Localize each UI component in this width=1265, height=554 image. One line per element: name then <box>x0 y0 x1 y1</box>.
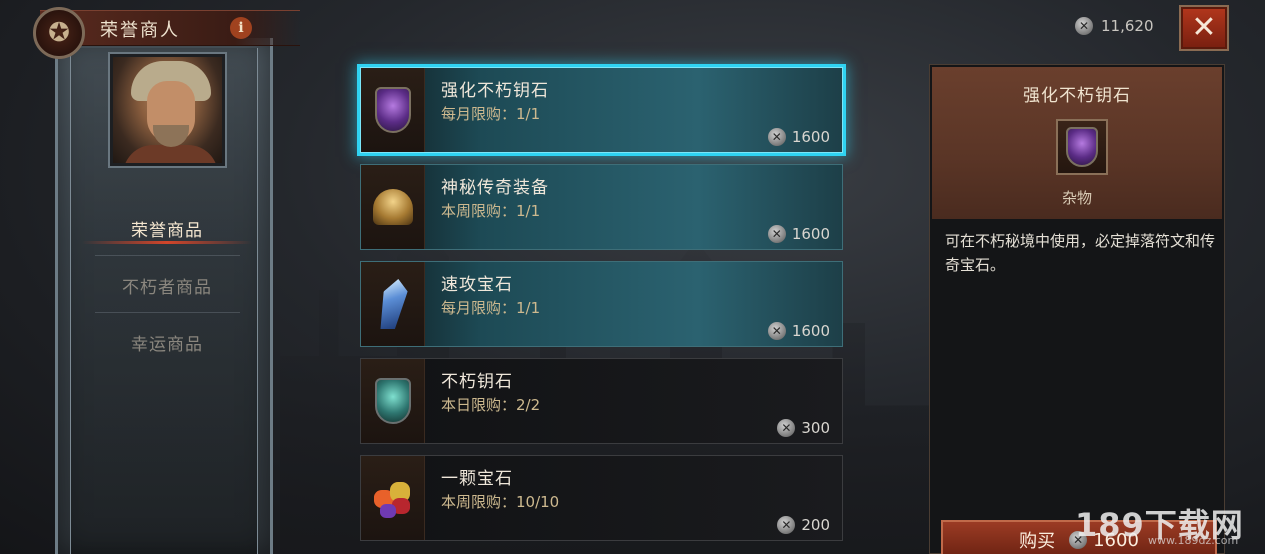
item-price: ✕ 1600 <box>767 128 830 146</box>
item-name: 强化不朽钥石 <box>441 81 549 101</box>
item-price-value: 1600 <box>791 322 830 340</box>
item-name: 一颗宝石 <box>441 469 513 489</box>
item-price: ✕ 200 <box>777 516 830 534</box>
purple-keystone-icon <box>374 87 411 133</box>
item-icon-frame <box>361 456 425 540</box>
nav-divider <box>95 255 240 256</box>
buy-label: 购买 <box>1019 531 1056 552</box>
tab-immortal-goods[interactable]: 不朽者商品 <box>92 265 242 305</box>
shop-item-enhanced-keystone[interactable]: 强化不朽钥石 每月限购：1/1 ✕ 1600 <box>360 67 843 153</box>
item-icon-frame <box>361 262 425 346</box>
detail-header: 强化不朽钥石 杂物 <box>932 67 1222 219</box>
coin-icon: ✕ <box>1075 17 1093 35</box>
item-price-value: 300 <box>801 419 830 437</box>
item-name: 不朽钥石 <box>441 372 513 392</box>
page-title: 荣誉商人 <box>100 20 180 41</box>
info-icon[interactable]: i <box>230 17 252 39</box>
item-icon-frame <box>361 359 425 443</box>
portrait-beard <box>153 125 189 147</box>
detail-description: 可在不朽秘境中使用，必定掉落符文和传奇宝石。 <box>945 232 1216 274</box>
item-price: ✕ 300 <box>777 419 830 437</box>
watermark-url: www.189dz.com <box>1148 534 1239 547</box>
item-price-value: 1600 <box>791 225 830 243</box>
shop-item-keystone[interactable]: 不朽钥石 本日限购：2/2 ✕ 300 <box>360 358 843 444</box>
crystal-icon <box>375 279 410 329</box>
purple-keystone-icon <box>1066 127 1098 167</box>
item-limit: 每月限购：1/1 <box>441 105 541 123</box>
item-name: 速攻宝石 <box>441 275 513 295</box>
item-price: ✕ 1600 <box>767 322 830 340</box>
tab-lucky-goods[interactable]: 幸运商品 <box>92 322 242 362</box>
item-detail-panel: 强化不朽钥石 杂物 可在不朽秘境中使用，必定掉落符文和传奇宝石。 <box>929 64 1225 554</box>
item-price-value: 1600 <box>791 128 830 146</box>
item-price: ✕ 1600 <box>767 225 830 243</box>
helm-icon <box>372 189 413 225</box>
tab-honor-goods[interactable]: 荣誉商品 <box>82 208 252 248</box>
item-limit: 本周限购：10/10 <box>441 493 560 511</box>
coin-icon: ✕ <box>777 516 796 534</box>
item-icon-frame <box>361 68 425 152</box>
coin-icon: ✕ <box>767 322 786 340</box>
currency-display: ✕ 11,620 <box>1075 17 1154 35</box>
item-limit: 本日限购：2/2 <box>441 396 541 414</box>
close-button[interactable]: ✕ <box>1181 7 1227 49</box>
currency-amount: 11,620 <box>1101 17 1154 35</box>
shop-item-gem[interactable]: 一颗宝石 本周限购：10/10 ✕ 200 <box>360 455 843 541</box>
item-name: 神秘传奇装备 <box>441 178 549 198</box>
item-price-value: 200 <box>801 516 830 534</box>
item-limit: 本周限购：1/1 <box>441 202 541 220</box>
coin-icon: ✕ <box>767 225 786 243</box>
keystone-icon <box>374 378 411 424</box>
detail-title: 强化不朽钥石 <box>1023 86 1131 106</box>
merchant-portrait <box>110 54 225 166</box>
detail-icon-frame <box>1056 119 1108 175</box>
gems-icon <box>370 476 416 520</box>
portrait-body <box>123 145 218 163</box>
pentagram-emblem-icon: ✪ <box>33 7 85 59</box>
nav-divider <box>95 312 240 313</box>
shop-item-speed-gem[interactable]: 速攻宝石 每月限购：1/1 ✕ 1600 <box>360 261 843 347</box>
detail-type: 杂物 <box>1061 189 1092 207</box>
item-limit: 每月限购：1/1 <box>441 299 541 317</box>
coin-icon: ✕ <box>767 128 786 146</box>
shop-item-mystery-legendary[interactable]: 神秘传奇装备 本周限购：1/1 ✕ 1600 <box>360 164 843 250</box>
coin-icon: ✕ <box>777 419 796 437</box>
item-icon-frame <box>361 165 425 249</box>
